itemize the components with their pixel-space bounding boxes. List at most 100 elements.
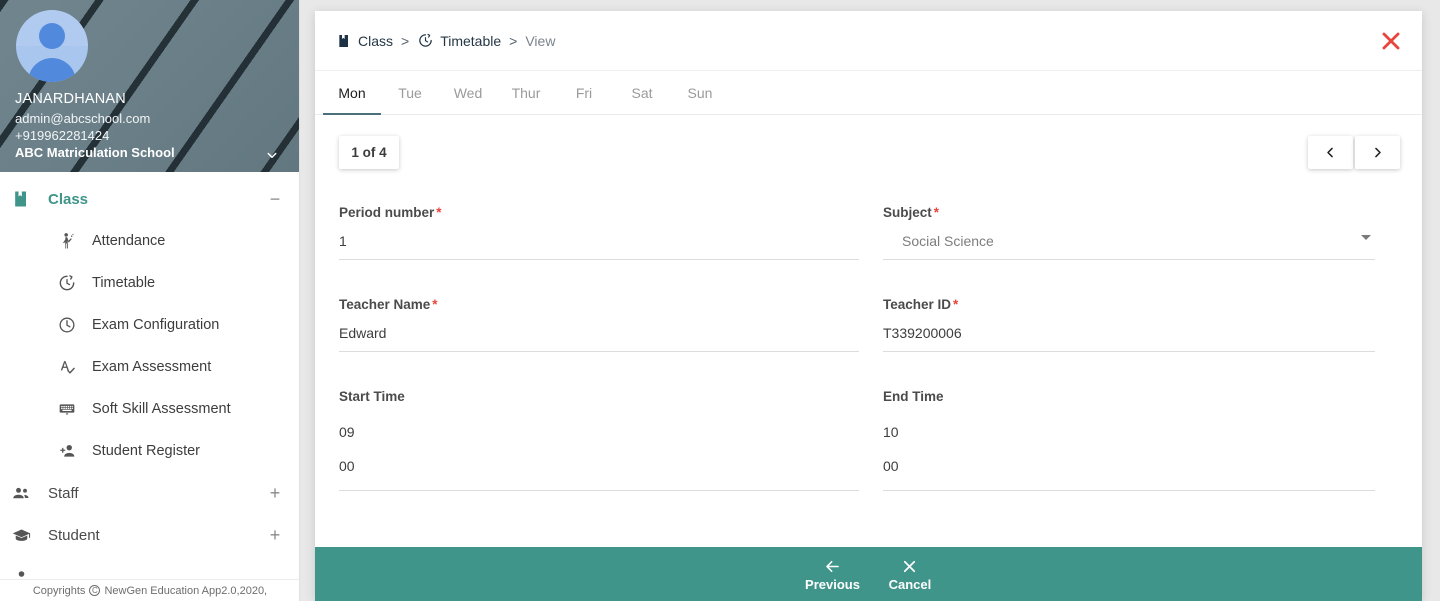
expand-toggle-icon[interactable]: + bbox=[267, 526, 283, 544]
field-subject: Subject * Social Science bbox=[883, 205, 1399, 260]
tab-label: Tue bbox=[398, 84, 422, 101]
modal-header: Class > Timetable > View bbox=[315, 11, 1422, 71]
sidebar-group-label: Staff bbox=[48, 484, 79, 502]
sidebar: JANARDHANAN admin@abcschool.com +9199622… bbox=[0, 0, 300, 601]
close-icon bbox=[900, 557, 919, 576]
sidebar-item-exam-assessment[interactable]: Exam Assessment bbox=[0, 346, 299, 388]
sidebar-item-label: Exam Assessment bbox=[92, 359, 212, 375]
teacher-id-input[interactable]: T339200006 bbox=[883, 323, 1375, 352]
field-label-text: Teacher Name bbox=[339, 297, 431, 312]
expand-toggle-icon[interactable]: + bbox=[267, 484, 283, 502]
profile-school: ABC Matriculation School bbox=[15, 145, 175, 160]
timer-icon bbox=[56, 272, 78, 294]
tab-sat[interactable]: Sat bbox=[613, 71, 671, 114]
modal-footer: Previous Cancel bbox=[315, 547, 1422, 601]
required-marker: * bbox=[953, 297, 959, 312]
dropdown-caret-icon[interactable] bbox=[1361, 235, 1371, 240]
tab-label: Sun bbox=[687, 84, 713, 101]
record-counter: 1 of 4 bbox=[339, 136, 399, 169]
person-add-icon bbox=[56, 440, 78, 462]
person-raising-hand-icon bbox=[56, 230, 78, 252]
tab-fri[interactable]: Fri bbox=[555, 71, 613, 114]
field-teacher-id: Teacher ID * T339200006 bbox=[883, 297, 1399, 352]
sidebar-item-attendance[interactable]: Attendance bbox=[0, 220, 299, 262]
sidebar-item-timetable[interactable]: Timetable bbox=[0, 262, 299, 304]
sidebar-group-staff[interactable]: Staff + bbox=[0, 472, 299, 514]
tab-label: Fri bbox=[575, 84, 593, 101]
close-icon[interactable] bbox=[1378, 28, 1404, 54]
end-time-hour: 10 bbox=[883, 424, 899, 440]
field-label-text: End Time bbox=[883, 389, 944, 404]
breadcrumb-current: View bbox=[525, 32, 556, 49]
sidebar-group-class[interactable]: Class − bbox=[0, 178, 299, 220]
tab-wed[interactable]: Wed bbox=[439, 71, 497, 114]
record-pager bbox=[1308, 136, 1400, 169]
timetable-form: Period number * 1 Subject * Social Science bbox=[339, 205, 1399, 528]
end-time-minute: 00 bbox=[883, 458, 899, 474]
sidebar-item-label: Attendance bbox=[92, 233, 166, 249]
chevron-down-icon[interactable] bbox=[263, 146, 281, 164]
copyright-mark-icon: C bbox=[89, 585, 101, 596]
subject-select[interactable]: Social Science bbox=[883, 231, 1375, 260]
field-label-text: Teacher ID bbox=[883, 297, 952, 312]
profile-header[interactable]: JANARDHANAN admin@abcschool.com +9199622… bbox=[0, 0, 299, 172]
cancel-button[interactable]: Cancel bbox=[874, 547, 946, 601]
tab-label: Sat bbox=[631, 84, 653, 101]
tab-tue[interactable]: Tue bbox=[381, 71, 439, 114]
field-end-time: End Time 10 00 bbox=[883, 389, 1399, 491]
breadcrumb-timetable-link[interactable]: Timetable bbox=[440, 33, 501, 49]
sidebar-item-label: Exam Configuration bbox=[92, 317, 220, 333]
sidebar-nav: Class − Attendance Timetable Exam Config… bbox=[0, 172, 299, 598]
breadcrumb-separator: > bbox=[401, 32, 410, 49]
sidebar-item-student-register[interactable]: Student Register bbox=[0, 430, 299, 472]
keyboard-icon bbox=[56, 398, 78, 420]
sidebar-group-label: Class bbox=[48, 190, 89, 208]
people-icon bbox=[10, 482, 32, 504]
timer-icon bbox=[417, 32, 434, 49]
previous-button-label: Previous bbox=[805, 576, 860, 592]
teacher-name-input[interactable]: Edward bbox=[339, 323, 859, 352]
field-label-text: Period number bbox=[339, 205, 435, 220]
field-label: Teacher ID * bbox=[883, 297, 1375, 312]
required-marker: * bbox=[436, 205, 442, 220]
sidebar-item-label: Soft Skill Assessment bbox=[92, 401, 231, 417]
cancel-button-label: Cancel bbox=[888, 576, 932, 592]
collapse-toggle-icon[interactable]: − bbox=[267, 190, 283, 208]
field-label: Period number * bbox=[339, 205, 859, 220]
field-label-text: Subject bbox=[883, 205, 932, 220]
tab-sun[interactable]: Sun bbox=[671, 71, 729, 114]
avatar bbox=[16, 10, 88, 82]
profile-phone: +919962281424 bbox=[15, 128, 110, 143]
field-label: Teacher Name * bbox=[339, 297, 859, 312]
previous-button[interactable]: Previous bbox=[791, 547, 874, 601]
start-time-hour: 09 bbox=[339, 424, 355, 440]
timetable-view-modal: Class > Timetable > View Mon Tue Wed Thu… bbox=[315, 11, 1422, 601]
sidebar-group-label: Student bbox=[48, 526, 100, 544]
required-marker: * bbox=[432, 297, 438, 312]
chevron-left-icon[interactable] bbox=[1308, 136, 1353, 169]
end-time-input[interactable]: 10 00 bbox=[883, 415, 1375, 491]
field-label: Start Time bbox=[339, 389, 859, 404]
field-label: End Time bbox=[883, 389, 1375, 404]
app-root: JANARDHANAN admin@abcschool.com +9199622… bbox=[0, 0, 1440, 601]
sidebar-item-soft-skill-assessment[interactable]: Soft Skill Assessment bbox=[0, 388, 299, 430]
day-tabs: Mon Tue Wed Thur Fri Sat Sun bbox=[315, 71, 1422, 115]
start-time-minute: 00 bbox=[339, 458, 355, 474]
field-label: Subject * bbox=[883, 205, 1375, 220]
modal-body: 1 of 4 Period number * 1 Subject * Socia… bbox=[315, 115, 1422, 546]
field-value: 1 bbox=[339, 233, 347, 249]
sidebar-item-label: Timetable bbox=[92, 275, 156, 291]
sidebar-item-exam-configuration[interactable]: Exam Configuration bbox=[0, 304, 299, 346]
sidebar-group-student[interactable]: Student + bbox=[0, 514, 299, 556]
profile-email: admin@abcschool.com bbox=[15, 111, 151, 126]
breadcrumb-class-link[interactable]: Class bbox=[358, 33, 393, 49]
field-period-number: Period number * 1 bbox=[339, 205, 883, 260]
copyright-prefix: Copyrights bbox=[32, 584, 86, 597]
tab-mon[interactable]: Mon bbox=[323, 71, 381, 115]
tab-thur[interactable]: Thur bbox=[497, 71, 555, 114]
sidebar-item-label: Student Register bbox=[92, 443, 201, 459]
period-number-input[interactable]: 1 bbox=[339, 231, 859, 260]
start-time-input[interactable]: 09 00 bbox=[339, 415, 859, 491]
chevron-right-icon[interactable] bbox=[1355, 136, 1400, 169]
clock-icon bbox=[56, 314, 78, 336]
